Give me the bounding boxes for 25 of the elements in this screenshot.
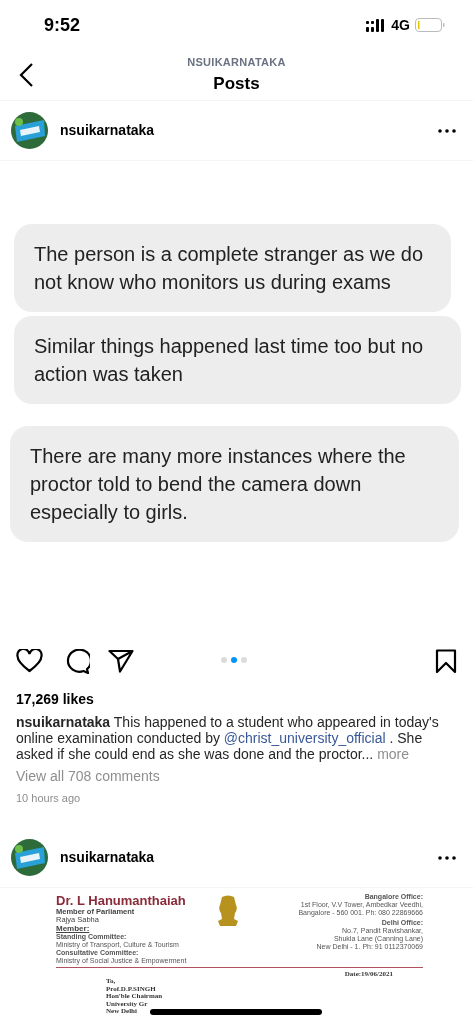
avatar[interactable] [11,839,48,876]
profile-username: NSUIKARNATAKA [187,55,286,70]
post-username[interactable]: nsuikarnataka [60,847,155,868]
back-icon[interactable] [18,62,34,88]
more-icon[interactable] [438,128,456,133]
post-time: 10 hours ago [16,791,82,806]
battery-icon [415,18,445,32]
mention-link[interactable]: @christ_university_official [223,730,386,746]
letter-name: Dr. L Hanumanthaiah [56,893,186,908]
message-bubble: Similar things happened last time too but no action was taken [14,316,461,404]
post-username[interactable]: nsuikarnataka [60,120,155,141]
likes-count[interactable]: 17,269 likes [16,691,457,707]
network-type: 4G [391,15,410,35]
more-icon[interactable] [438,855,456,860]
share-icon[interactable] [108,649,134,673]
heart-icon[interactable] [16,649,43,673]
signal-icon [366,18,387,32]
page-title: Posts [213,72,260,95]
avatar[interactable] [11,112,48,149]
letter-heading: Member: [56,924,90,933]
message-bubble: There are many more instances where the proctor told to bend the camera down especially to girls. [10,426,459,542]
caption: nsuikarnataka This happened to a student who appeared in today's online examination conducted by @christ_university_official . She asked if she could end as she was done and the proctor... more [16,714,440,762]
status-time: 9:52 [44,13,81,37]
message-bubble: The person is a complete stranger as we do not know who monitors us during exams [14,224,451,312]
bookmark-icon[interactable] [435,648,457,674]
